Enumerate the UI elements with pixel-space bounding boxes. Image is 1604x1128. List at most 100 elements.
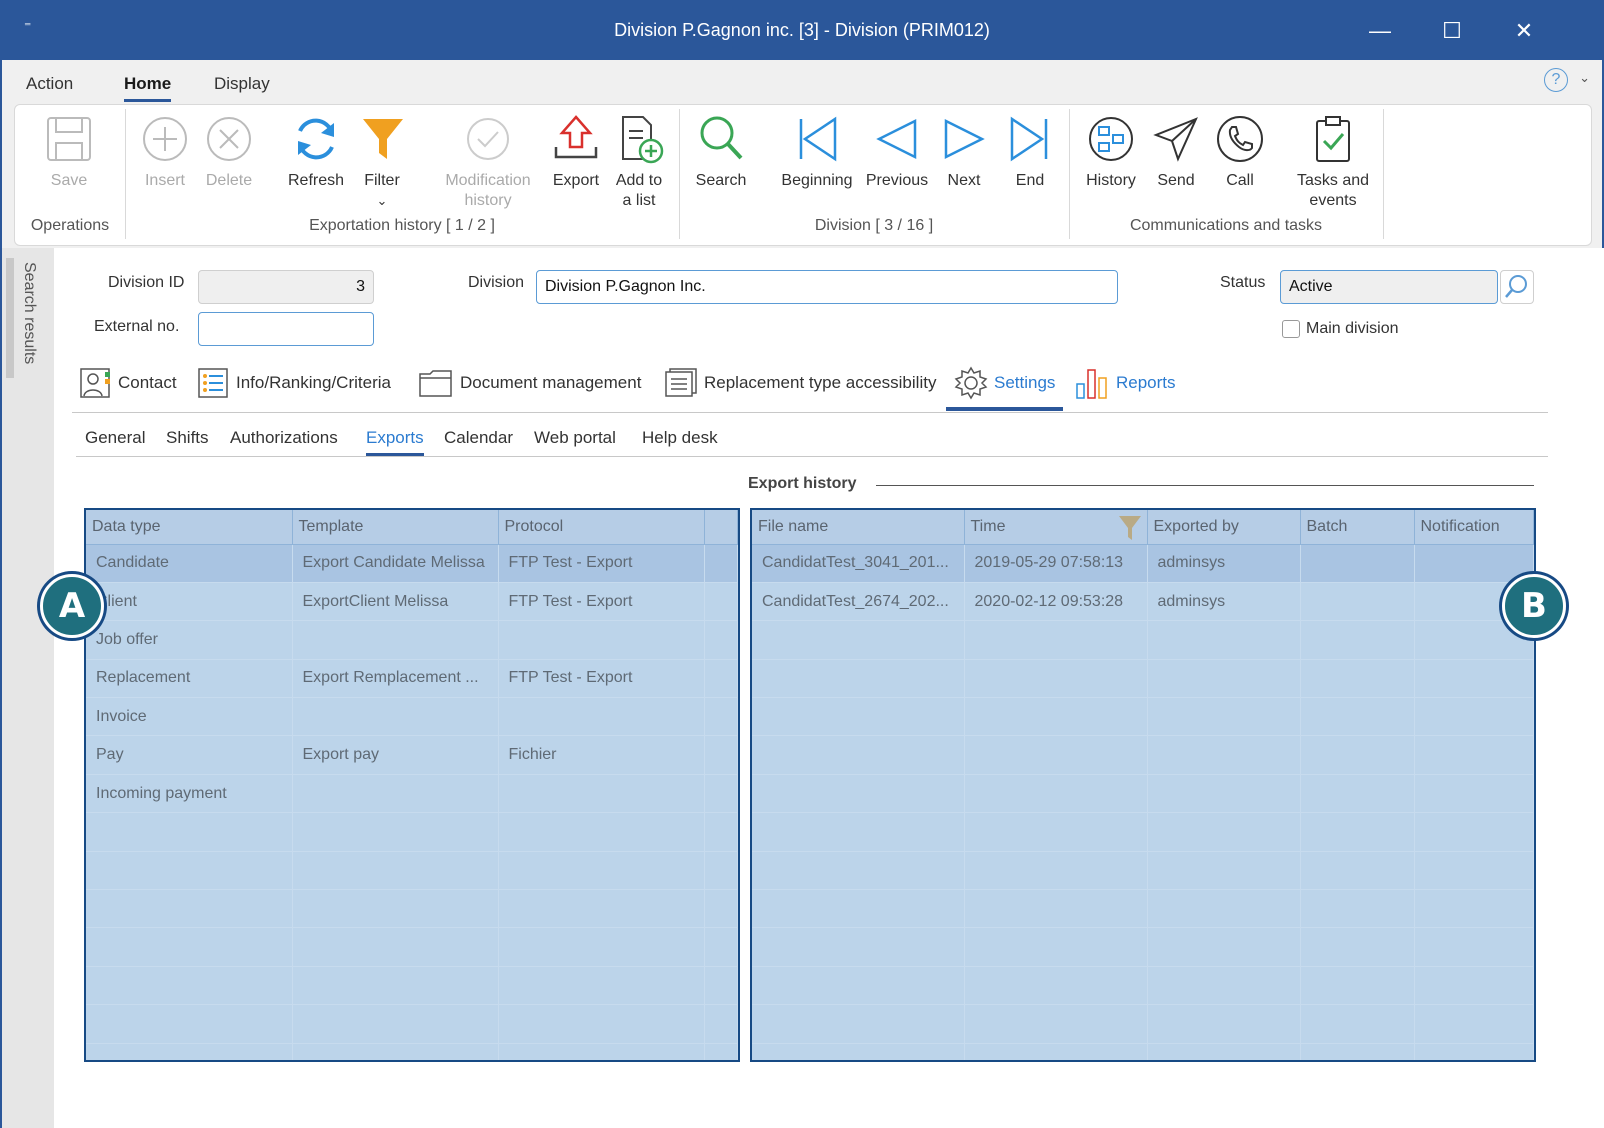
table-cell[interactable] xyxy=(498,774,705,814)
menu-bar: Action Home Display ? ⌄ xyxy=(2,60,1602,104)
tab-info-ranking-criteria[interactable]: Info/Ranking/Criteria xyxy=(196,363,391,403)
call-button[interactable]: Call xyxy=(1213,113,1267,191)
export-icon xyxy=(554,115,598,159)
table-cell[interactable]: Invoice xyxy=(86,697,293,737)
table-cell[interactable] xyxy=(292,697,499,737)
table-cell[interactable]: Replacement xyxy=(86,659,293,699)
table-row[interactable]: Incoming payment xyxy=(86,774,738,814)
previous-button[interactable]: Previous xyxy=(861,113,933,191)
insert-button[interactable]: Insert xyxy=(137,113,193,191)
table-cell[interactable] xyxy=(1300,544,1415,583)
next-button[interactable]: Next xyxy=(937,113,991,191)
table-cell[interactable]: Candidate xyxy=(86,544,293,583)
table-row[interactable]: Candidate Export Candidate Melissa FTP T… xyxy=(86,544,738,583)
status-lookup-button[interactable] xyxy=(1500,270,1534,304)
table-cell[interactable]: CandidatTest_3041_201... xyxy=(752,544,965,583)
table-row[interactable]: CandidatTest_2674_202... 2020-02-12 09:5… xyxy=(752,582,1534,622)
help-icon[interactable]: ? xyxy=(1544,68,1568,92)
chevron-down-icon[interactable]: ⌄ xyxy=(1579,70,1590,86)
search-results-panel[interactable]: Search results xyxy=(2,248,54,1128)
table-row[interactable]: Job offer xyxy=(86,620,738,660)
column-header-batch[interactable]: Batch xyxy=(1300,510,1415,545)
filter-icon[interactable] xyxy=(1117,514,1143,542)
column-header-protocol[interactable]: Protocol xyxy=(498,510,705,545)
subtab-exports[interactable]: Exports xyxy=(366,428,424,456)
subtab-calendar[interactable]: Calendar xyxy=(444,428,513,448)
table-cell[interactable] xyxy=(498,620,705,660)
beginning-button[interactable]: Beginning xyxy=(775,113,859,191)
table-cell[interactable]: ExportClient Melissa xyxy=(292,582,499,622)
tab-settings[interactable]: Settings xyxy=(945,363,1064,411)
table-cell[interactable]: Export Candidate Melissa xyxy=(292,544,499,583)
table-cell[interactable] xyxy=(292,774,499,814)
table-cell[interactable]: 2019-05-29 07:58:13 xyxy=(964,544,1148,583)
send-button[interactable]: Send xyxy=(1149,113,1203,191)
column-header-file-name[interactable]: File name xyxy=(752,510,965,545)
delete-button[interactable]: Delete xyxy=(201,113,257,191)
table-cell[interactable] xyxy=(1414,544,1534,583)
tab-reports[interactable]: Reports xyxy=(1074,363,1176,403)
export-history-grid[interactable]: File name Time Exported by Batch Notific… xyxy=(750,508,1536,1062)
chevron-down-icon: ⌄ xyxy=(376,193,388,208)
table-cell[interactable]: adminsys xyxy=(1147,544,1301,583)
table-cell[interactable]: CandidatTest_2674_202... xyxy=(752,582,965,622)
menu-tab-action[interactable]: Action xyxy=(26,74,73,94)
search-button[interactable]: Search xyxy=(691,113,751,191)
tasks-and-events-button[interactable]: Tasks and events xyxy=(1291,113,1375,211)
filter-button[interactable]: Filter ⌄ xyxy=(357,113,407,211)
main-division-checkbox[interactable] xyxy=(1282,320,1300,338)
table-cell[interactable]: Fichier xyxy=(498,735,705,775)
save-button[interactable]: Save xyxy=(41,113,97,191)
end-button[interactable]: End xyxy=(1003,113,1057,191)
table-cell[interactable] xyxy=(498,697,705,737)
column-header-time[interactable]: Time xyxy=(964,510,1148,545)
table-row[interactable]: CandidatTest_3041_201... 2019-05-29 07:5… xyxy=(752,544,1534,583)
modification-history-button[interactable]: Modification history xyxy=(433,113,543,211)
column-header-template[interactable]: Template xyxy=(292,510,499,545)
table-cell[interactable]: Incoming payment xyxy=(86,774,293,814)
subtab-help-desk[interactable]: Help desk xyxy=(642,428,718,448)
export-settings-grid[interactable]: Data type Template Protocol Candidate Ex… xyxy=(84,508,740,1062)
empty-row xyxy=(752,889,1534,929)
subtab-general[interactable]: General xyxy=(85,428,145,448)
table-row[interactable]: Invoice xyxy=(86,697,738,737)
close-button[interactable]: ✕ xyxy=(1504,14,1544,48)
column-header-exported-by[interactable]: Exported by xyxy=(1147,510,1301,545)
external-no-field[interactable] xyxy=(198,312,374,346)
table-cell[interactable]: Export pay xyxy=(292,735,499,775)
table-cell[interactable]: Pay xyxy=(86,735,293,775)
table-cell[interactable]: 2020-02-12 09:53:28 xyxy=(964,582,1148,622)
menu-tab-home[interactable]: Home xyxy=(124,74,172,102)
table-row[interactable]: Replacement Export Remplacement ... FTP … xyxy=(86,659,738,699)
division-field[interactable]: Division P.Gagnon Inc. xyxy=(536,270,1118,304)
table-cell[interactable] xyxy=(1300,582,1415,622)
menu-tab-display[interactable]: Display xyxy=(214,74,270,94)
ribbon-group-division: Division [ 3 / 16 ] xyxy=(814,217,934,234)
table-cell[interactable] xyxy=(292,620,499,660)
table-cell[interactable]: FTP Test - Export xyxy=(498,544,705,583)
history-button[interactable]: History xyxy=(1079,113,1143,191)
table-cell[interactable]: Export Remplacement ... xyxy=(292,659,499,699)
table-cell[interactable]: adminsys xyxy=(1147,582,1301,622)
table-cell[interactable]: Job offer xyxy=(86,620,293,660)
status-field[interactable]: Active xyxy=(1280,270,1498,304)
subtab-web-portal[interactable]: Web portal xyxy=(534,428,616,448)
minimize-button[interactable]: — xyxy=(1360,14,1400,48)
add-to-list-button[interactable]: Add to a list xyxy=(609,113,669,211)
division-id-field[interactable]: 3 xyxy=(198,270,374,304)
subtab-authorizations[interactable]: Authorizations xyxy=(230,428,338,448)
export-button[interactable]: Export xyxy=(545,113,607,191)
table-row[interactable]: Pay Export pay Fichier xyxy=(86,735,738,775)
subtab-shifts[interactable]: Shifts xyxy=(166,428,209,448)
tab-replacement-type-accessibility[interactable]: Replacement type accessibility xyxy=(662,363,936,403)
table-cell[interactable]: Client xyxy=(86,582,293,622)
column-header-data-type[interactable]: Data type xyxy=(86,510,293,545)
tab-document-management[interactable]: Document management xyxy=(418,363,641,403)
table-cell[interactable]: FTP Test - Export xyxy=(498,659,705,699)
maximize-button[interactable]: ☐ xyxy=(1432,14,1472,48)
tab-contact[interactable]: Contact xyxy=(78,363,177,403)
refresh-button[interactable]: Refresh xyxy=(281,113,351,191)
table-row[interactable]: Client ExportClient Melissa FTP Test - E… xyxy=(86,582,738,622)
table-cell[interactable]: FTP Test - Export xyxy=(498,582,705,622)
column-header-notification[interactable]: Notification xyxy=(1414,510,1534,545)
